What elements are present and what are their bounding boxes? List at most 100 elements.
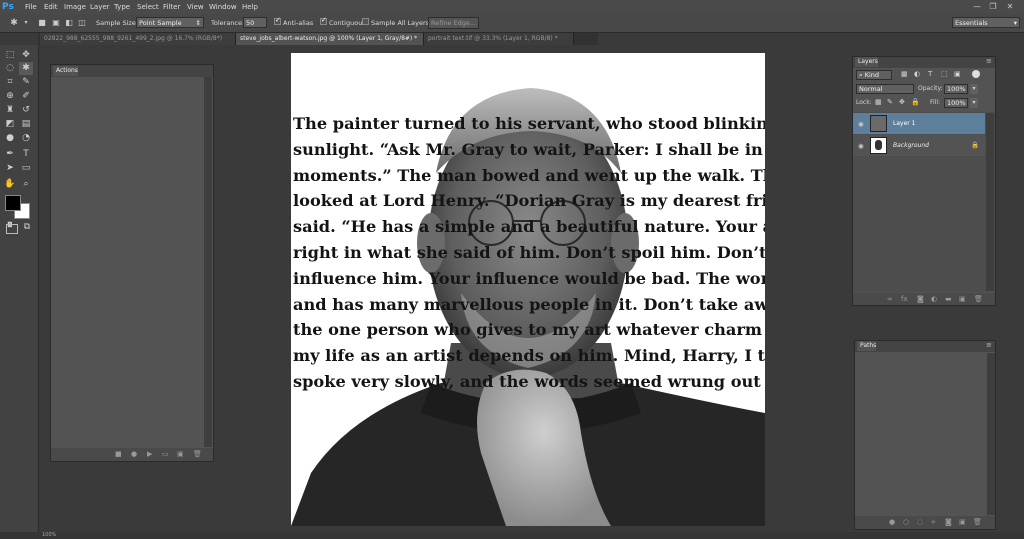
- fill-path-icon[interactable]: ●: [889, 518, 895, 526]
- lock-position-icon[interactable]: ✥: [899, 98, 905, 106]
- paths-tab[interactable]: Paths: [857, 341, 877, 351]
- workspace-select[interactable]: Essentials ▾: [952, 17, 1020, 28]
- menu-view[interactable]: View: [187, 0, 204, 14]
- menu-file[interactable]: File: [25, 0, 37, 14]
- pen-icon[interactable]: ✒: [3, 148, 17, 161]
- menu-help[interactable]: Help: [242, 0, 258, 14]
- chevron-down-icon[interactable]: ▾: [20, 17, 32, 29]
- lasso-icon[interactable]: ◌: [3, 62, 17, 75]
- adjustment-filter-icon[interactable]: ◐: [914, 70, 920, 78]
- stamp-icon[interactable]: ♜: [3, 104, 17, 117]
- smart-object-filter-icon[interactable]: ▣: [954, 70, 961, 78]
- lock-image-icon[interactable]: ✎: [887, 98, 893, 106]
- eye-icon[interactable]: ◉: [858, 142, 866, 150]
- opacity-input[interactable]: 100%: [944, 84, 968, 94]
- type-filter-icon[interactable]: T: [928, 70, 932, 78]
- sample-all-layers-checkbox[interactable]: [362, 18, 369, 25]
- menu-layer[interactable]: Layer: [90, 0, 110, 14]
- mask-icon[interactable]: ◙: [917, 295, 924, 303]
- new-set-icon[interactable]: ▭: [162, 450, 169, 458]
- new-path-icon[interactable]: ▣: [959, 518, 966, 526]
- refine-edge-button[interactable]: Refine Edge...: [428, 17, 479, 29]
- trash-icon[interactable]: 🗑: [973, 518, 982, 526]
- scrollbar[interactable]: [204, 77, 212, 447]
- magic-wand-icon[interactable]: ✱: [8, 17, 20, 29]
- tolerance-input[interactable]: 50: [243, 17, 267, 28]
- dodge-icon[interactable]: ◔: [19, 132, 33, 145]
- layer-row-layer-1[interactable]: ◉ Layer 1: [853, 113, 985, 134]
- history-brush-icon[interactable]: ↺: [19, 104, 33, 117]
- zoom-level[interactable]: 100%: [42, 532, 56, 539]
- path-selection-icon[interactable]: ➤: [3, 162, 17, 175]
- trash-icon[interactable]: 🗑: [974, 295, 983, 303]
- intersect-selection-icon[interactable]: ◫: [76, 17, 88, 29]
- chevron-down-icon[interactable]: ▾: [970, 84, 978, 94]
- document-canvas[interactable]: The painter turned to his servant, who s…: [291, 53, 765, 526]
- new-action-icon[interactable]: ▣: [177, 450, 184, 458]
- menu-filter[interactable]: Filter: [163, 0, 180, 14]
- blend-mode-select[interactable]: Normal: [856, 84, 914, 94]
- marquee-icon[interactable]: ⬚: [3, 49, 17, 62]
- close-button[interactable]: ✕: [1003, 1, 1017, 12]
- eraser-icon[interactable]: ◩: [3, 118, 17, 131]
- chevron-down-icon[interactable]: ▾: [970, 98, 978, 108]
- magic-wand-icon[interactable]: ✱: [19, 62, 33, 75]
- eyedropper-icon[interactable]: ✎: [19, 76, 33, 89]
- menu-image[interactable]: Image: [64, 0, 86, 14]
- eye-icon[interactable]: ◉: [858, 120, 866, 128]
- crop-icon[interactable]: ⌗: [3, 76, 17, 89]
- folder-icon[interactable]: ▬: [945, 295, 952, 303]
- menu-edit[interactable]: Edit: [44, 0, 58, 14]
- anti-alias-checkbox[interactable]: [274, 16, 281, 25]
- adjustment-icon[interactable]: ◐: [931, 295, 937, 303]
- subtract-selection-icon[interactable]: ◧: [63, 17, 75, 29]
- load-selection-icon[interactable]: ◌: [917, 518, 923, 526]
- trash-icon[interactable]: 🗑: [193, 450, 202, 458]
- record-icon[interactable]: ●: [131, 450, 137, 458]
- minimize-button[interactable]: —: [970, 1, 984, 12]
- tab-document-2[interactable]: steve_jobs_albert-watson.jpg @ 100% (Lay…: [236, 33, 424, 45]
- move-icon[interactable]: ✥: [19, 49, 33, 62]
- stroke-path-icon[interactable]: ○: [903, 518, 909, 526]
- play-icon[interactable]: ▶: [147, 450, 152, 458]
- add-selection-icon[interactable]: ▣: [50, 17, 62, 29]
- layers-tab[interactable]: Layers: [855, 57, 878, 67]
- type-icon[interactable]: T: [19, 148, 33, 161]
- pixel-filter-icon[interactable]: ▦: [901, 70, 908, 78]
- panel-menu-icon[interactable]: ≡: [986, 341, 992, 349]
- fill-input[interactable]: 100%: [944, 98, 968, 108]
- tab-document-3[interactable]: portrait text.tif @ 33.3% (Layer 1, RGB/…: [424, 33, 574, 45]
- filter-kind-select[interactable]: ⌕ Kind: [856, 70, 892, 80]
- gradient-icon[interactable]: ▤: [19, 118, 33, 131]
- menu-type[interactable]: Type: [114, 0, 130, 14]
- layer-row-background[interactable]: ◉ Background 🔒: [853, 135, 985, 156]
- menu-select[interactable]: Select: [137, 0, 159, 14]
- mask-icon[interactable]: ◙: [945, 518, 952, 526]
- shape-icon[interactable]: ▭: [19, 162, 33, 175]
- scrollbar[interactable]: [987, 353, 995, 515]
- filter-toggle-icon[interactable]: [972, 70, 980, 78]
- hand-icon[interactable]: ✋: [3, 178, 17, 191]
- sample-size-select[interactable]: Point Sample ⇕: [136, 17, 204, 28]
- blur-icon[interactable]: ●: [3, 132, 17, 145]
- contiguous-checkbox[interactable]: [320, 16, 327, 25]
- brush-icon[interactable]: ✐: [19, 90, 33, 103]
- fx-icon[interactable]: fx: [901, 295, 908, 303]
- zoom-icon[interactable]: ⌕: [19, 178, 33, 191]
- lock-all-icon[interactable]: 🔒: [911, 98, 920, 106]
- stop-icon[interactable]: ■: [115, 450, 122, 458]
- screen-mode-toggle-icon[interactable]: ⧉: [20, 221, 34, 234]
- menu-window[interactable]: Window: [209, 0, 237, 14]
- tab-document-1[interactable]: 02822_988_62555_988_9261_499_2.jpg @ 16.…: [40, 33, 236, 45]
- shape-filter-icon[interactable]: ⬚: [941, 70, 948, 78]
- scrollbar[interactable]: [986, 113, 994, 291]
- maximize-button[interactable]: ❐: [986, 1, 1000, 12]
- actions-tab[interactable]: Actions: [53, 66, 78, 76]
- screen-mode-icon[interactable]: [6, 224, 18, 234]
- link-icon[interactable]: ∞: [887, 295, 893, 303]
- make-path-icon[interactable]: ⟡: [931, 518, 936, 527]
- foreground-color-swatch[interactable]: [5, 195, 21, 211]
- healing-icon[interactable]: ⊕: [3, 90, 17, 103]
- new-layer-icon[interactable]: ▣: [959, 295, 966, 303]
- new-selection-icon[interactable]: ■: [36, 17, 48, 29]
